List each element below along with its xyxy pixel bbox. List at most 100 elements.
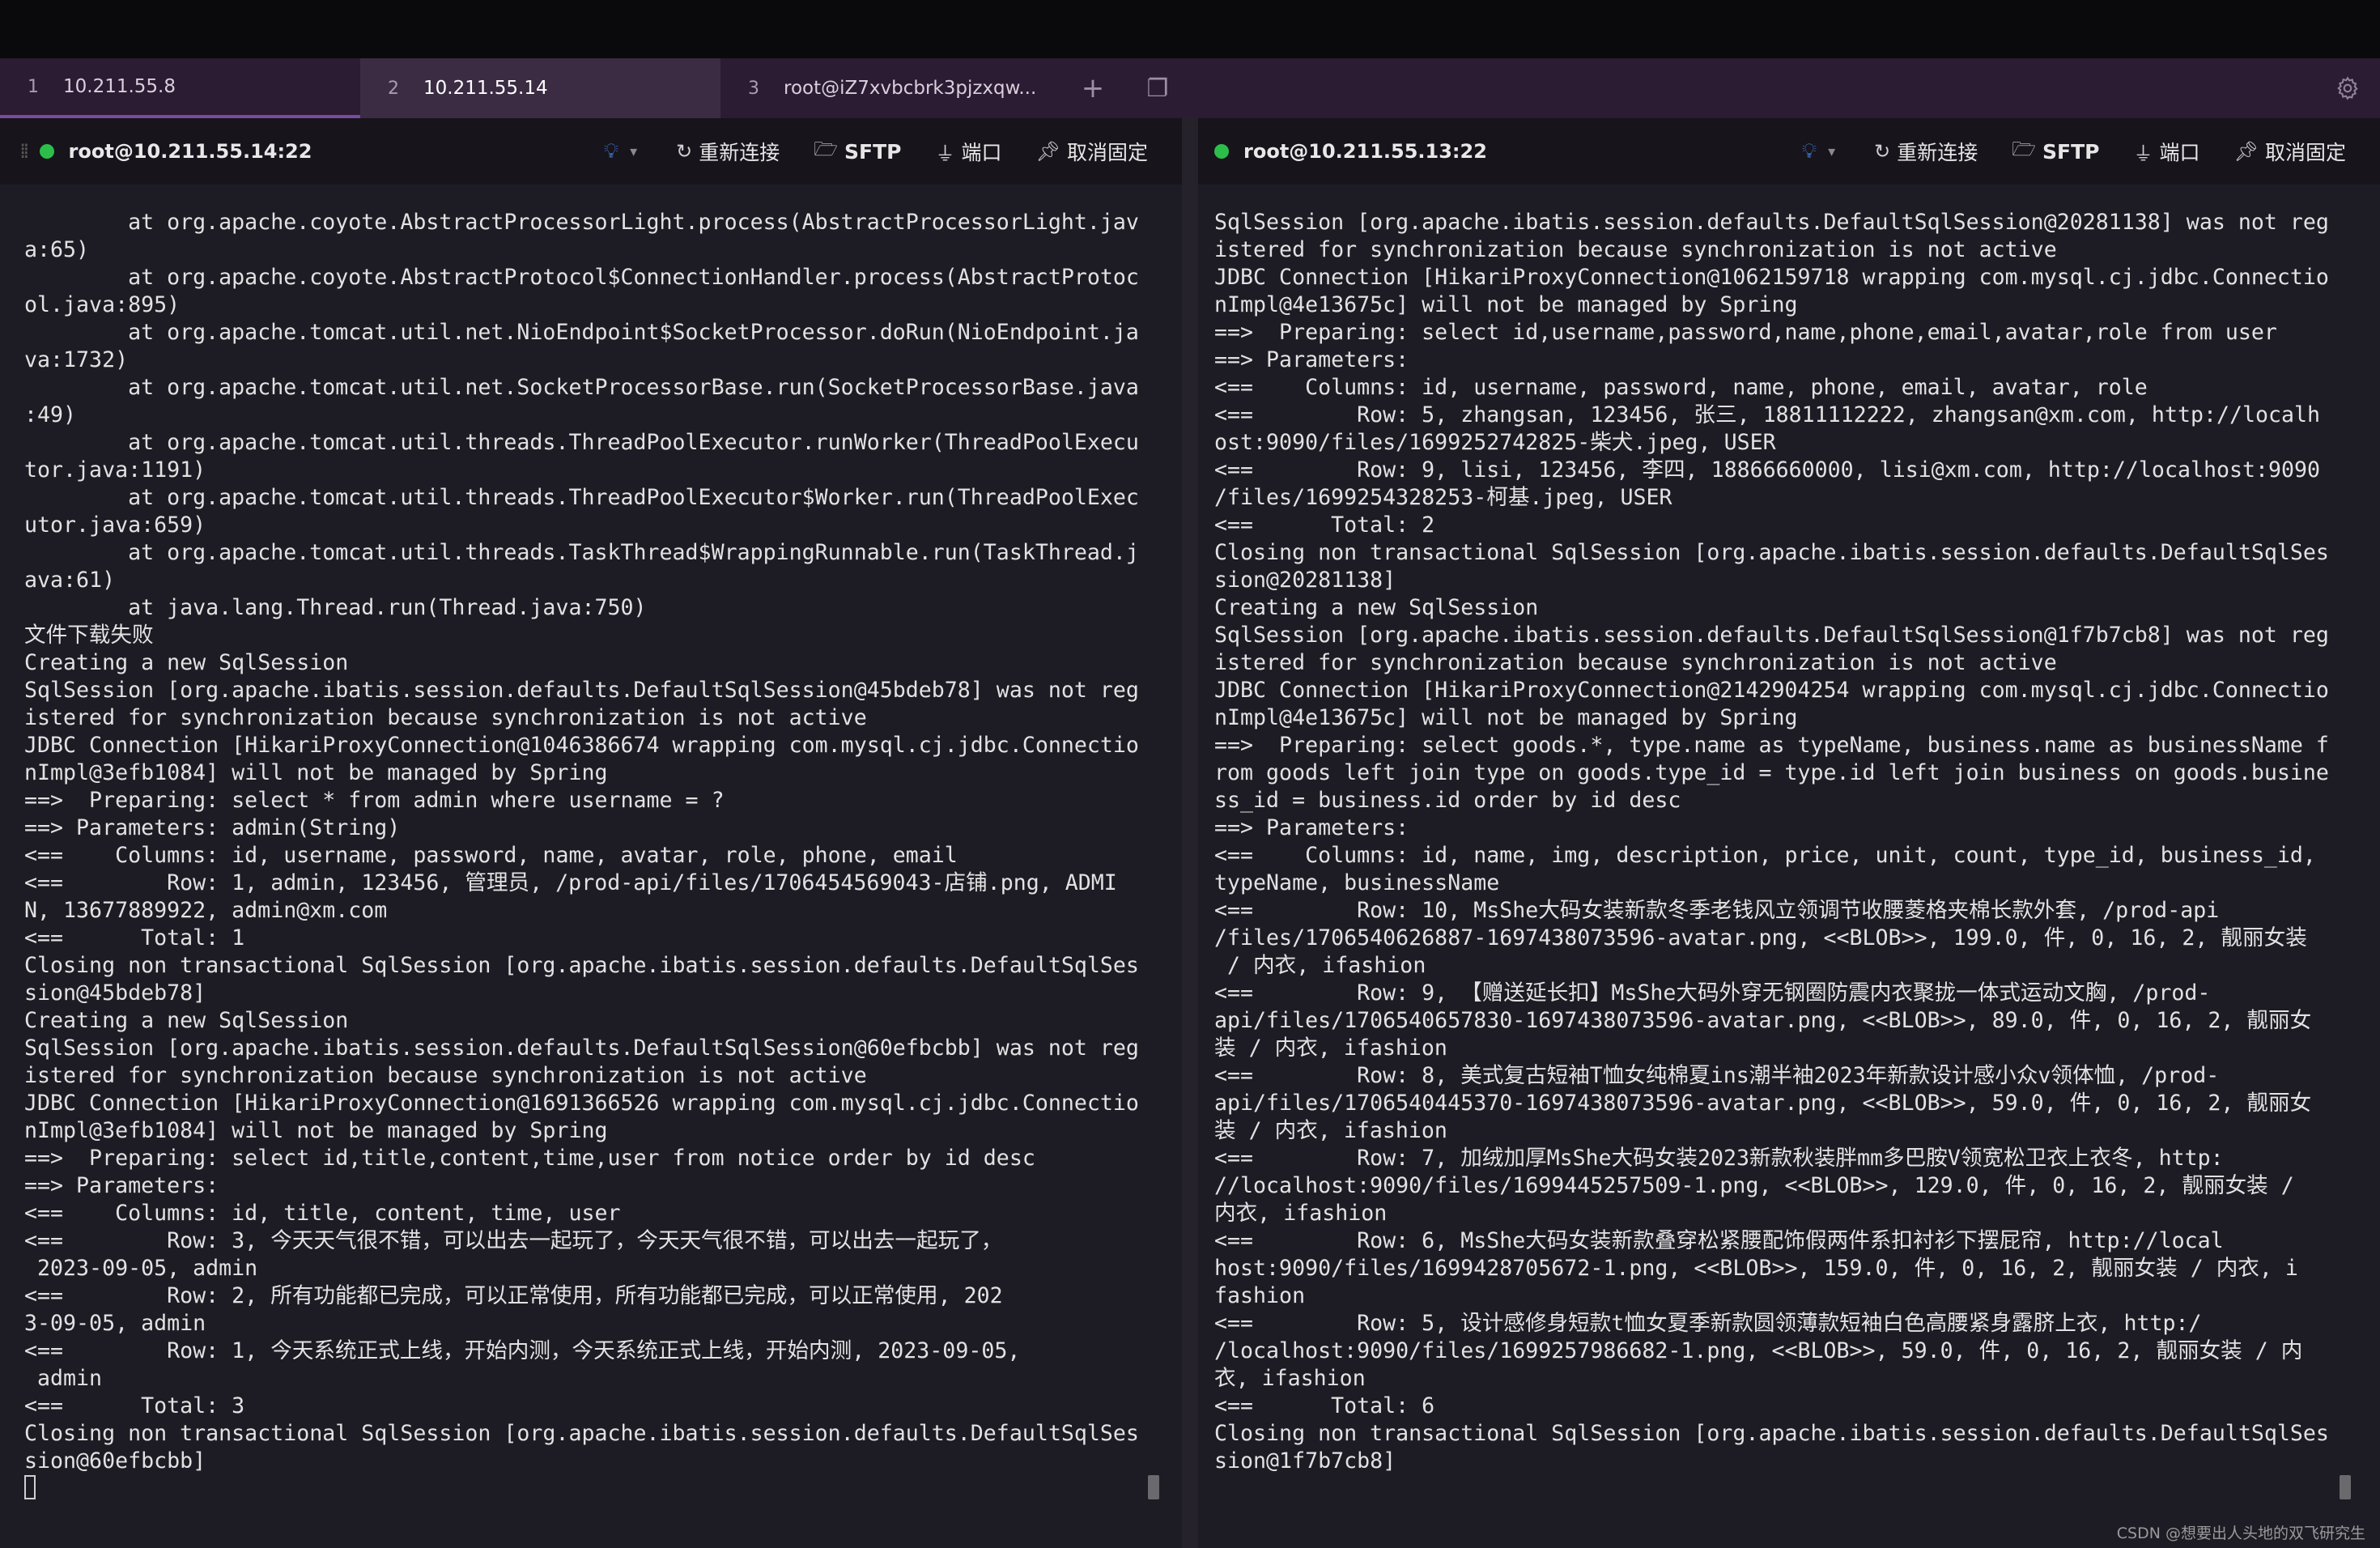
terminal-line: at org.apache.coyote.AbstractProtocol$Co…	[24, 265, 1139, 290]
terminal-line: nImpl@4e13675c] will not be managed by S…	[1214, 705, 1798, 730]
plug-icon: ⏚	[2133, 142, 2153, 165]
add-tab-button[interactable]: +	[1060, 58, 1125, 118]
hint-dropdown[interactable]: 💡︎ ▾	[604, 139, 637, 164]
terminal-line: 2023-09-05, admin	[24, 1256, 258, 1281]
tab-label: 10.211.55.14	[423, 78, 548, 99]
terminal-output: at org.apache.coyote.AbstractProcessorLi…	[24, 209, 1182, 1475]
gear-icon	[2337, 76, 2358, 100]
terminal-line: <== Total: 2	[1214, 512, 1435, 538]
tab-1[interactable]: 1 10.211.55.8	[0, 58, 360, 118]
tab-bar: 1 10.211.55.8 2 10.211.55.14 3 root@iZ7x…	[0, 58, 2380, 118]
terminal-line: sion@20281138]	[1214, 568, 1396, 593]
split-window-button[interactable]: ❐	[1125, 58, 1190, 118]
terminal-line: <== Row: 9, 【赠送延长扣】MsShe大码外穿无钢圈防震内衣聚拢一体式…	[1214, 980, 2211, 1006]
left-scrollbar-thumb[interactable]	[1148, 1475, 1159, 1499]
unpin-label: 取消固定	[2264, 141, 2346, 164]
port-button[interactable]: ⏚ 端口	[2134, 137, 2200, 166]
terminal-line: nImpl@3efb1084] will not be managed by S…	[24, 1118, 608, 1143]
watermark-text: CSDN @想要出人头地的双飞研究生	[2116, 1525, 2365, 1542]
right-scrollbar-thumb[interactable]	[2340, 1475, 2351, 1499]
terminal-line: <== Total: 6	[1214, 1393, 1435, 1418]
tab-number: 3	[748, 78, 759, 99]
terminal-line: //localhost:9090/files/1699445257509-1.p…	[1214, 1173, 2294, 1198]
terminal-line: ==> Parameters:	[1214, 815, 1422, 840]
drag-handle-icon[interactable]: ⁞⁞	[19, 139, 29, 164]
terminal-line: <== Columns: id, username, password, nam…	[24, 843, 958, 868]
tab-label: 10.211.55.8	[63, 76, 176, 97]
terminal-line: <== Row: 2, 所有功能都已完成，可以正常使用，所有功能都已完成，可以正…	[24, 1283, 1003, 1308]
terminal-line: sion@60efbcbb]	[24, 1448, 206, 1474]
session-host: root@10.211.55.13:22	[1243, 140, 1487, 163]
terminal-line: sion@45bdeb78]	[24, 980, 206, 1006]
terminal-line: utor.java:659)	[24, 512, 206, 538]
reconnect-label: 重新连接	[1897, 141, 1978, 164]
port-label: 端口	[2159, 141, 2200, 164]
tab-2[interactable]: 2 10.211.55.14	[360, 58, 720, 118]
terminal-line: at org.apache.tomcat.util.threads.Thread…	[24, 485, 1139, 510]
terminal-line: 装 / 内衣, ifashion	[1214, 1118, 1447, 1143]
terminal-line: /localhost:9090/files/1699257986682-1.pn…	[1214, 1338, 2303, 1363]
terminal-line: Closing non transactional SqlSession [or…	[1214, 1421, 2329, 1446]
terminal-line: ol.java:895)	[24, 292, 181, 317]
terminal-line: api/files/1706540445370-1697438073596-av…	[1214, 1091, 2312, 1116]
pane-splitter[interactable]	[1182, 118, 1198, 1548]
port-button[interactable]: ⏚ 端口	[936, 137, 1002, 166]
right-terminal[interactable]: SqlSession [org.apache.ibatis.session.de…	[1198, 185, 2380, 1548]
port-label: 端口	[961, 141, 1002, 164]
terminal-line: at org.apache.tomcat.util.net.NioEndpoin…	[24, 320, 1139, 345]
left-terminal[interactable]: at org.apache.coyote.AbstractProcessorLi…	[0, 185, 1182, 1548]
terminal-line: <== Row: 7, 加绒加厚MsShe大码女装2023新款秋装胖mm多巴胺V…	[1214, 1146, 2224, 1171]
terminal-line: Creating a new SqlSession	[1214, 595, 1539, 620]
terminal-line: rom goods left join type on goods.type_i…	[1214, 760, 2329, 785]
unpin-button[interactable]: 📌︎ 取消固定	[2234, 137, 2346, 166]
terminal-line: 文件下载失败	[24, 623, 154, 648]
terminal-line: a:65)	[24, 237, 90, 262]
sftp-label: SFTP	[844, 139, 902, 164]
right-pane-header: root@10.211.55.13:22 💡︎ ▾ ↻ 重新连接 🗁︎ SFTP…	[1198, 118, 2380, 185]
reconnect-button[interactable]: ↻ 重新连接	[1874, 137, 1978, 166]
terminal-line: 3-09-05, admin	[24, 1311, 206, 1336]
window-top-bar	[0, 0, 2380, 58]
reconnect-label: 重新连接	[699, 141, 780, 164]
unpin-button[interactable]: 📌︎ 取消固定	[1036, 137, 1148, 166]
terminal-line: tor.java:1191)	[24, 457, 206, 483]
terminal-line: 内衣, ifashion	[1214, 1201, 1388, 1226]
connection-status-dot	[1214, 144, 1229, 159]
terminal-line: ava:61)	[24, 568, 116, 593]
terminal-line: /files/1699254328253-柯基.jpeg, USER	[1214, 485, 1672, 510]
chevron-down-icon: ▾	[1828, 142, 1836, 160]
hint-dropdown[interactable]: 💡︎ ▾	[1802, 139, 1835, 164]
terminal-line: ==> Parameters:	[24, 1173, 232, 1198]
tab-label: root@iZ7xvbcbrk3pjzxqw...	[784, 78, 1037, 99]
terminal-line: at org.apache.tomcat.util.net.SocketProc…	[24, 375, 1139, 400]
terminal-cursor	[24, 1475, 36, 1499]
terminal-line: <== Row: 5, 设计感修身短款t恤女夏季新款圆领薄款短袖白色高腰紧身露脐…	[1214, 1311, 2202, 1336]
reconnect-button[interactable]: ↻ 重新连接	[676, 137, 780, 166]
terminal-line: <== Row: 3, 今天天气很不错，可以出去一起玩了，今天天气很不错，可以出…	[24, 1228, 1003, 1253]
terminal-line: <== Row: 10, MsShe大码女装新款冬季老钱风立领调节收腰菱格夹棉长…	[1214, 898, 2220, 923]
terminal-line: JDBC Connection [HikariProxyConnection@1…	[24, 733, 1139, 758]
terminal-line: SqlSession [org.apache.ibatis.session.de…	[1214, 623, 2329, 648]
settings-button[interactable]	[2315, 58, 2380, 118]
terminal-line: ost:9090/files/1699252742825-柴犬.jpeg, US…	[1214, 430, 1776, 455]
terminal-line: Creating a new SqlSession	[24, 1008, 349, 1033]
terminal-line: 装 / 内衣, ifashion	[1214, 1036, 1447, 1061]
sftp-button[interactable]: 🗁︎ SFTP	[814, 135, 901, 168]
terminal-line: istered for synchronization because sync…	[1214, 237, 2057, 262]
lightbulb-icon: 💡︎	[1801, 138, 1817, 164]
terminal-line: Closing non transactional SqlSession [or…	[24, 1421, 1139, 1446]
terminal-line: SqlSession [org.apache.ibatis.session.de…	[24, 1036, 1139, 1061]
terminal-line: api/files/1706540657830-1697438073596-av…	[1214, 1008, 2312, 1033]
terminal-line: SqlSession [org.apache.ibatis.session.de…	[1214, 210, 2329, 235]
connection-status-dot	[39, 144, 54, 159]
tab-3[interactable]: 3 root@iZ7xvbcbrk3pjzxqw...	[720, 58, 1060, 118]
sftp-button[interactable]: 🗁︎ SFTP	[2012, 135, 2099, 168]
terminal-line: N, 13677889922, admin@xm.com	[24, 898, 388, 923]
chevron-down-icon: ▾	[630, 142, 638, 160]
terminal-line: typeName, businessName	[1214, 870, 1500, 895]
tab-bar-spacer	[1190, 58, 2315, 118]
terminal-line: admin	[24, 1366, 103, 1391]
terminal-line: fashion	[1214, 1283, 1306, 1308]
terminal-line: at java.lang.Thread.run(Thread.java:750)	[24, 595, 647, 620]
window-icon: ❐	[1146, 74, 1169, 103]
